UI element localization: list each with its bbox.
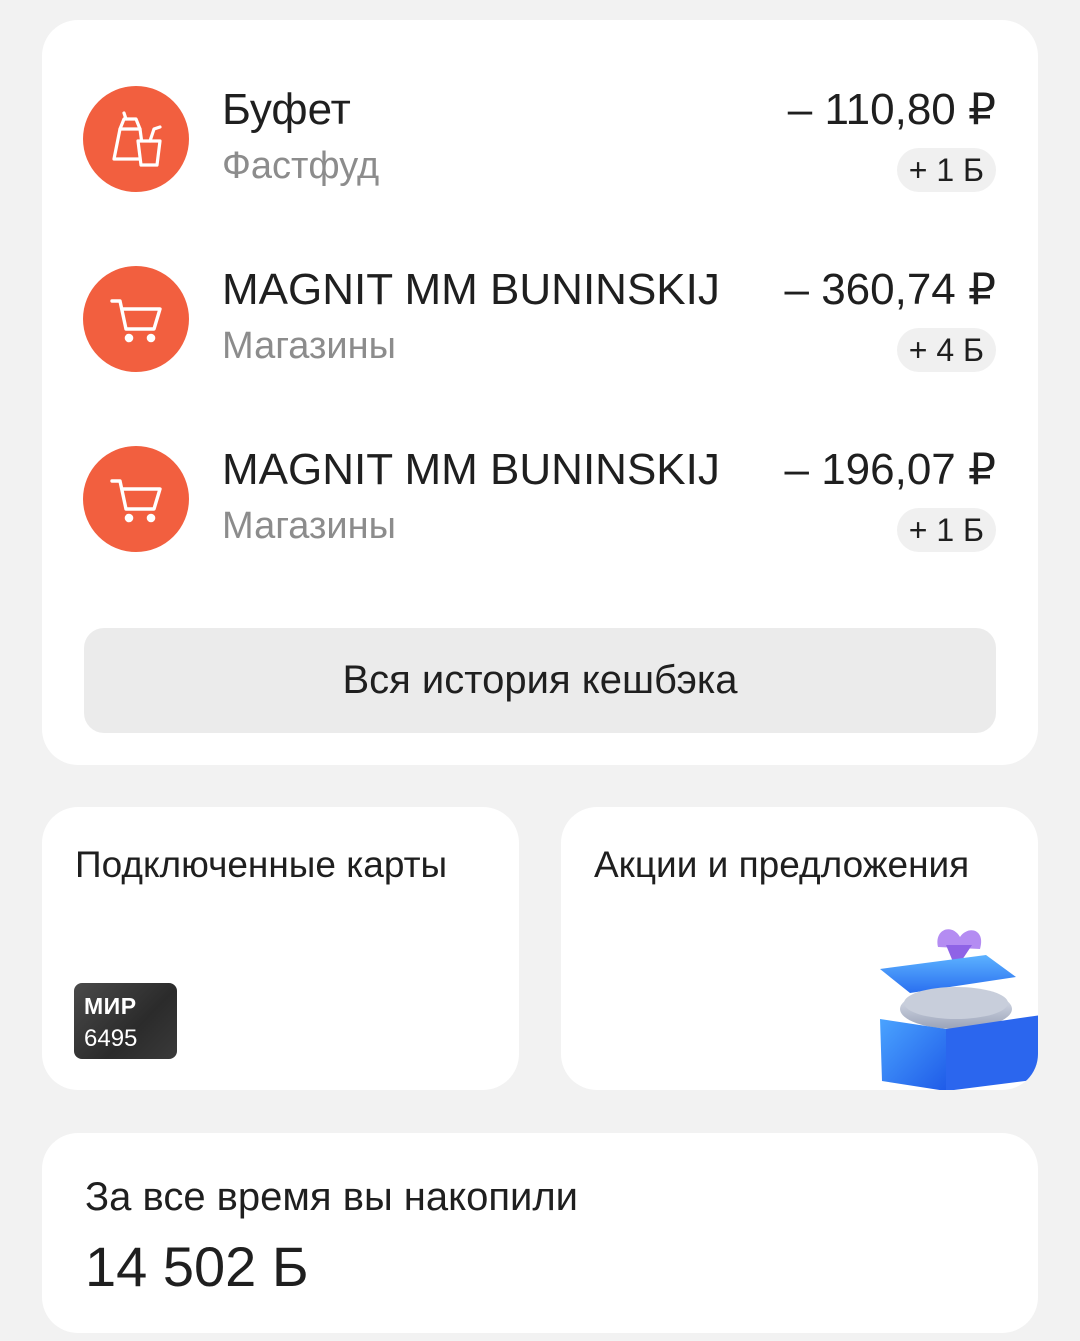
linked-cards-title: Подключенные карты — [75, 844, 448, 885]
transaction-amount: – 196,07 ₽ — [784, 445, 997, 494]
transaction-merchant: MAGNIT MM BUNINSKIJ — [222, 265, 720, 314]
bonus-badge: + 1 Б — [896, 148, 996, 192]
transaction-merchant: MAGNIT MM BUNINSKIJ — [222, 445, 720, 494]
total-bonus-value: 14 502 Б — [85, 1235, 309, 1298]
linked-cards-tile[interactable]: Подключенные карты МИР 6495 — [42, 807, 519, 1090]
transaction-amount: – 110,80 ₽ — [787, 85, 996, 134]
transaction-amount: – 360,74 ₽ — [784, 265, 997, 314]
total-accumulated-card: За все время вы накопили 14 502 Б — [42, 1133, 1038, 1333]
promotions-tile[interactable]: Акции и предложения — [561, 807, 1038, 1090]
bonus-badge: + 4 Б — [896, 328, 996, 372]
transaction-row[interactable]: MAGNIT MM BUNINSKIJ Магазины – 196,07 ₽ … — [42, 440, 1038, 560]
cashback-history-card: Буфет Фастфуд – 110,80 ₽ + 1 Б MAGNIT MM… — [42, 20, 1038, 765]
transaction-category: Фастфуд — [222, 145, 380, 187]
gift-box-coins-icon — [880, 929, 1038, 1090]
mir-logo: МИР — [84, 993, 137, 1019]
transaction-row[interactable]: Буфет Фастфуд – 110,80 ₽ + 1 Б — [42, 80, 1038, 200]
shopping-cart-icon — [83, 266, 189, 372]
transaction-merchant: Буфет — [222, 85, 351, 134]
shopping-cart-icon — [83, 446, 189, 552]
total-label: За все время вы накопили — [85, 1175, 579, 1219]
all-cashback-history-button[interactable]: Вся история кешбэка — [84, 628, 996, 733]
mir-card-thumbnail: МИР 6495 — [74, 983, 177, 1059]
fastfood-icon — [83, 86, 189, 192]
transaction-row[interactable]: MAGNIT MM BUNINSKIJ Магазины – 360,74 ₽ … — [42, 260, 1038, 380]
transaction-category: Магазины — [222, 325, 396, 367]
promotions-title: Акции и предложения — [594, 844, 970, 885]
bonus-badge: + 1 Б — [896, 508, 996, 552]
card-last-digits: 6495 — [84, 1025, 138, 1052]
transaction-category: Магазины — [222, 505, 396, 547]
